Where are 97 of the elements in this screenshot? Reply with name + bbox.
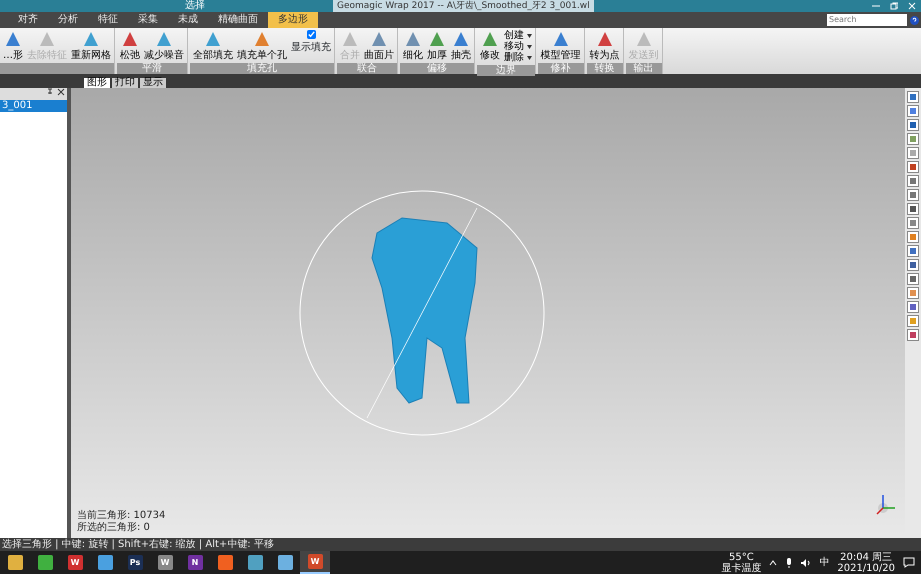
restore-icon[interactable]	[890, 2, 898, 10]
ribbon-button[interactable]: 加厚	[427, 30, 447, 61]
menu-tab[interactable]: 特征	[88, 12, 128, 28]
close-icon[interactable]	[56, 88, 64, 96]
tool-icon[interactable]	[907, 245, 919, 257]
tool-icon[interactable]	[907, 147, 919, 159]
triangle-icon	[155, 30, 173, 48]
caret-icon	[526, 34, 532, 38]
speaker-icon[interactable]	[801, 558, 812, 566]
caret-icon	[526, 44, 532, 48]
tool-icon[interactable]	[907, 231, 919, 243]
triangle-icon	[428, 30, 446, 48]
triangle-icon	[452, 30, 470, 48]
help-icon[interactable]	[910, 16, 918, 24]
view-tab[interactable]: 图形	[84, 78, 110, 88]
ribbon-button[interactable]: 减少噪音	[144, 30, 184, 61]
ribbon-group-label: 转换	[586, 63, 622, 74]
ribbon-group-label: 联合	[337, 63, 397, 74]
triangle-icon	[204, 30, 222, 48]
ribbon-group-label: 填充孔	[190, 63, 334, 74]
temperature-text: 55°C	[729, 552, 754, 562]
status-text: 选择三角形 | 中键: 旋转 | Shift+右键: 缩放 | Alt+中键: 平移	[0, 538, 921, 551]
taskbar-app[interactable]: Ps	[120, 551, 150, 574]
notification-icon[interactable]	[903, 557, 915, 568]
temperature-label: 显卡温度	[721, 562, 762, 574]
menu-tab[interactable]: 分析	[48, 12, 88, 28]
triangle-icon	[341, 30, 359, 48]
ribbon-button[interactable]: 全部填充	[193, 30, 233, 61]
checkbox[interactable]	[306, 30, 316, 39]
tool-icon[interactable]	[907, 217, 919, 229]
info-text: 当前三角形: 10734	[77, 510, 166, 522]
window-title: Geomagic Wrap 2017 -- A\牙齿\_Smoothed_牙2 3_001.wl	[333, 0, 594, 12]
triangle-icon	[404, 30, 422, 48]
ribbon-button[interactable]: 松弛	[120, 30, 140, 61]
triangle-icon	[82, 30, 100, 48]
ribbon-button[interactable]: 重新网格	[71, 30, 111, 61]
triangle-icon	[121, 30, 139, 48]
search-field[interactable]: Search	[827, 14, 907, 26]
ribbon-button[interactable]: 模型管理	[540, 30, 580, 61]
view-tab[interactable]: 显示	[140, 78, 166, 88]
taskbar-app[interactable]: W	[150, 551, 180, 574]
menu-tab[interactable]: 对齐	[8, 12, 48, 28]
tool-icon[interactable]	[907, 105, 919, 117]
triangle-icon	[481, 30, 499, 48]
menu-tab[interactable]: 多边形	[268, 12, 318, 28]
caret-icon	[526, 56, 532, 60]
ribbon-button[interactable]: 抽壳	[451, 30, 471, 61]
triangle-icon	[596, 30, 614, 48]
triangle-icon	[38, 30, 56, 48]
tool-icon[interactable]	[907, 301, 919, 313]
ribbon-button[interactable]: 细化	[403, 30, 423, 61]
tool-icon[interactable]	[907, 175, 919, 187]
checkbox-label: 显示填充	[291, 42, 331, 52]
microphone-icon[interactable]	[785, 558, 794, 568]
ribbon-group-label: 偏移	[400, 63, 474, 74]
taskbar-app[interactable]: W	[300, 551, 330, 574]
context-tab-label: 选择	[185, 0, 205, 12]
ribbon-menu-item[interactable]: 删除	[504, 52, 532, 63]
tool-icon[interactable]	[907, 161, 919, 173]
triangle-icon	[253, 30, 271, 48]
tool-icon[interactable]	[907, 329, 919, 341]
ime-indicator[interactable]: 中	[819, 555, 830, 570]
taskbar-app[interactable]: N	[180, 551, 210, 574]
triangle-icon	[634, 30, 652, 48]
tool-icon[interactable]	[907, 91, 919, 103]
clock-date: 2021/10/20	[837, 562, 895, 574]
triangle-icon	[370, 30, 388, 48]
chevron-up-icon[interactable]	[769, 558, 778, 566]
tool-icon[interactable]	[907, 259, 919, 271]
info-text: 所选的三角形: 0	[77, 522, 151, 534]
ribbon-menu-item[interactable]: 创建	[504, 30, 532, 41]
triangle-icon	[4, 30, 22, 48]
tool-icon[interactable]	[907, 119, 919, 131]
ribbon-group-label: 输出	[626, 63, 662, 74]
ribbon-button[interactable]: …形	[3, 30, 23, 61]
tool-icon[interactable]	[907, 189, 919, 201]
menu-tab[interactable]: 采集	[128, 12, 168, 28]
ribbon-button[interactable]: 填充单个孔	[237, 30, 287, 61]
ribbon-group-label: 修补	[538, 63, 584, 74]
taskbar-app[interactable]: W	[60, 551, 90, 574]
clock-time: 20:04 周三	[840, 552, 892, 562]
menu-tab[interactable]: 未成	[168, 12, 208, 28]
tool-icon[interactable]	[907, 287, 919, 299]
menu-tab[interactable]: 精确曲面	[208, 12, 268, 28]
ribbon-button[interactable]: 曲面片	[364, 30, 394, 61]
tool-icon[interactable]	[907, 315, 919, 327]
triangle-icon	[552, 30, 570, 48]
view-tab[interactable]: 打印	[112, 78, 138, 88]
tool-icon[interactable]	[907, 203, 919, 215]
tree-item[interactable]: 3_001	[0, 100, 67, 112]
tool-icon[interactable]	[907, 273, 919, 285]
ribbon-button[interactable]: 修改	[480, 30, 500, 61]
ribbon-group-label: 边界	[477, 65, 534, 76]
ribbon-button[interactable]: 转为点	[590, 30, 620, 61]
tool-icon[interactable]	[907, 133, 919, 145]
ribbon-menu-item[interactable]: 移动	[504, 41, 532, 52]
ribbon-group-label: 平滑	[117, 63, 187, 74]
